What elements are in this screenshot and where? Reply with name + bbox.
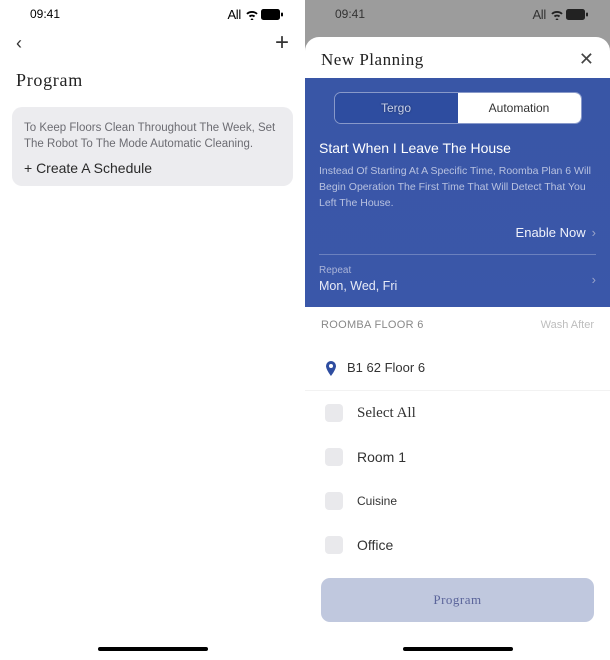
create-schedule-action[interactable]: + Create A Schedule (24, 160, 281, 176)
status-right: All (532, 7, 588, 22)
status-time: 09:41 (30, 7, 60, 21)
enable-now-row[interactable]: Enable Now › (319, 225, 596, 240)
section-wash-after[interactable]: Wash After (541, 319, 594, 331)
wifi-icon (245, 9, 259, 20)
location-text: B1 62 Floor 6 (347, 360, 425, 375)
repeat-value: Mon, Wed, Fri (319, 279, 397, 293)
room-row[interactable]: Office (305, 523, 610, 567)
chevron-right-icon: › (592, 272, 596, 287)
checkbox-room1[interactable] (325, 448, 343, 466)
chevron-right-icon: › (592, 225, 596, 240)
page-title: Program (0, 58, 305, 101)
status-time: 09:41 (335, 7, 365, 21)
checkbox-office[interactable] (325, 536, 343, 554)
topnav-left: ‹ + (0, 28, 305, 58)
repeat-label: Repeat (319, 265, 397, 276)
checkbox-select-all[interactable] (325, 404, 343, 422)
segment-tergo[interactable]: Tergo (335, 93, 458, 123)
planning-config-panel: Tergo Automation Start When I Leave The … (305, 78, 610, 307)
panel-title: Start When I Leave The House (319, 140, 596, 156)
panel-description: Instead Of Starting At A Specific Time, … (319, 164, 596, 211)
enable-now-label: Enable Now (516, 225, 586, 240)
room-row[interactable]: Room 1 (305, 435, 610, 479)
section-header: ROOMBA FLOOR 6 Wash After (305, 307, 610, 341)
home-indicator[interactable] (98, 647, 208, 651)
select-all-label: Select All (357, 405, 416, 422)
segmented-control[interactable]: Tergo Automation (334, 92, 582, 124)
pin-icon (325, 359, 337, 376)
sheet-footer: Program (305, 578, 610, 652)
sheet-header: New Planning ✕ (305, 37, 610, 78)
room-row[interactable]: Cuisine (305, 479, 610, 523)
repeat-row[interactable]: Repeat Mon, Wed, Fri › (319, 265, 596, 293)
segment-automation[interactable]: Automation (458, 93, 581, 123)
carrier-label: All (227, 7, 241, 22)
program-button[interactable]: Program (321, 578, 594, 622)
status-right: All (227, 7, 283, 22)
phone-right: 09:41 All New Planning ✕ Tergo Automatio… (305, 0, 610, 660)
create-schedule-card[interactable]: To Keep Floors Clean Throughout The Week… (12, 107, 293, 186)
sheet-title: New Planning (321, 50, 424, 70)
close-button[interactable]: ✕ (579, 49, 594, 70)
section-device-label: ROOMBA FLOOR 6 (321, 319, 424, 331)
room-label: Room 1 (357, 449, 406, 465)
status-bar-left: 09:41 All (0, 0, 305, 28)
home-indicator[interactable] (403, 647, 513, 651)
battery-icon (261, 9, 283, 20)
room-label: Cuisine (357, 494, 397, 508)
carrier-label: All (532, 7, 546, 22)
status-bar-right: 09:41 All (305, 0, 610, 28)
phone-left: 09:41 All ‹ + Program To Keep Floors Cle… (0, 0, 305, 660)
wifi-icon (550, 9, 564, 20)
location-row[interactable]: B1 62 Floor 6 (305, 341, 610, 391)
new-planning-sheet: New Planning ✕ Tergo Automation Start Wh… (305, 37, 610, 660)
panel-divider (319, 254, 596, 255)
battery-icon (566, 9, 588, 20)
checkbox-cuisine[interactable] (325, 492, 343, 510)
back-button[interactable]: ‹ (16, 33, 22, 54)
card-description: To Keep Floors Clean Throughout The Week… (24, 121, 281, 152)
select-all-row[interactable]: Select All (305, 391, 610, 435)
room-label: Office (357, 537, 393, 553)
add-button[interactable]: + (275, 29, 289, 57)
